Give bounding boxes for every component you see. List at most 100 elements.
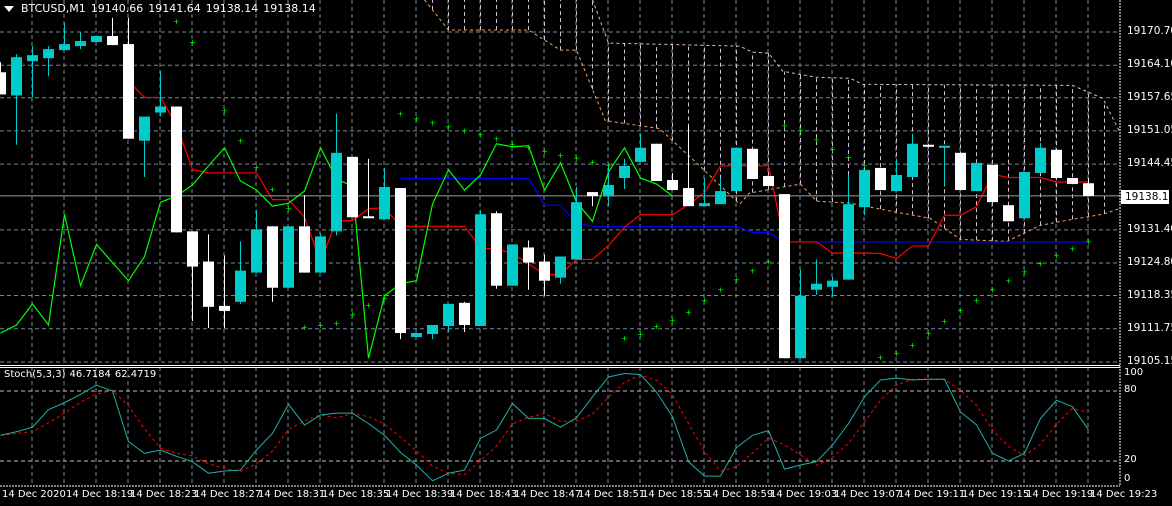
bear-candle [219, 255, 230, 328]
candle-body [331, 152, 342, 232]
candle-body [779, 194, 790, 359]
candle-body [715, 191, 726, 205]
candle-body [219, 305, 230, 311]
sar-dot: + [893, 349, 900, 358]
sar-dot: + [653, 322, 660, 331]
low-value: 19138.14 [205, 2, 259, 15]
sar-dot: + [1021, 268, 1028, 277]
dropdown-triangle-icon[interactable] [4, 5, 14, 12]
time-label: 14 Dec 18:19 [66, 489, 134, 500]
candle-body [731, 147, 742, 192]
sar-dot: + [861, 161, 868, 170]
high-value: 19141.64 [148, 2, 201, 15]
chart-frame [0, 0, 1121, 487]
bear-candle [987, 164, 998, 203]
candle-body [699, 203, 710, 207]
time-label: 14 Dec 18:27 [194, 489, 262, 500]
candle-body [1067, 177, 1078, 185]
candle-body [0, 72, 6, 95]
time-label: 14 Dec 18:31 [258, 489, 326, 500]
candle-body [843, 204, 854, 280]
sar-dot: + [493, 135, 500, 144]
bull-candle [411, 333, 422, 338]
stoch-level-label: 0 [1124, 473, 1131, 485]
open-value: 19140.66 [90, 2, 144, 15]
time-label: 14 Dec 19:07 [834, 489, 902, 500]
chart-canvas[interactable]: + + + + + + + + + + + + + + + + + + + + + + + + + + + + + + + + + + + + + + + +… [0, 0, 1172, 506]
bear-candle [187, 231, 198, 321]
bull-candle [443, 303, 454, 333]
candle-body [1003, 205, 1014, 222]
price-label: 19144.45 [1127, 157, 1172, 170]
candle-body [427, 324, 438, 335]
price-label: 19105.15 [1127, 354, 1172, 367]
sar-dot: + [733, 276, 740, 285]
stoch-main-value: 46.7184 [69, 369, 111, 380]
indicator-lines [0, 80, 1120, 359]
bull-candle [91, 36, 102, 43]
sar-dot: + [829, 145, 836, 154]
stoch-header: Stoch(5,3,3) 46.7184 62.4719 [4, 369, 156, 380]
time-label: 14 Dec 2020 [2, 489, 66, 500]
ichimoku-cloud [424, 0, 1120, 242]
candle-body [651, 143, 662, 182]
sar-dot: + [765, 258, 772, 267]
candle-body [379, 187, 390, 220]
bull-candle [475, 210, 486, 326]
sar-dot: + [573, 154, 580, 163]
sar-dot: + [797, 127, 804, 136]
candle-body [891, 174, 902, 192]
sar-dot: + [269, 185, 276, 194]
bear-candle [763, 175, 774, 187]
stoch-level-label: 100 [1124, 366, 1144, 378]
bull-candle [1019, 171, 1030, 219]
bull-candle [235, 241, 246, 304]
candle-body [139, 116, 150, 141]
bear-candle [267, 226, 278, 302]
bull-candle [811, 259, 822, 295]
sar-dot: + [685, 308, 692, 317]
time-label: 14 Dec 18:47 [514, 489, 582, 500]
price-label: 19131.40 [1127, 222, 1172, 235]
sar-dot: + [509, 140, 516, 149]
time-label: 14 Dec 18:23 [130, 489, 198, 500]
sar-dot: + [605, 161, 612, 170]
candle-body [43, 49, 54, 59]
bull-candle [507, 244, 518, 286]
bear-candle [347, 156, 358, 218]
chart-header: BTCUSD,M1 19140.66 19141.64 19138.14 191… [4, 2, 316, 15]
candle-body [203, 261, 214, 307]
candle-body [1083, 183, 1094, 196]
candle-body [939, 145, 950, 148]
candle-body [827, 280, 838, 287]
bull-candle [555, 256, 566, 284]
sar-dot: + [589, 158, 596, 167]
price-label: 19157.65 [1127, 90, 1172, 103]
bull-candle [795, 269, 806, 359]
time-label: 14 Dec 18:35 [322, 489, 390, 500]
stoch-signal-value: 62.4719 [114, 369, 157, 380]
sar-dot: + [333, 319, 340, 328]
candle-body [91, 36, 102, 43]
bull-candle [251, 210, 262, 273]
bear-candle [1003, 205, 1014, 222]
bull-candle [699, 177, 710, 207]
sar-dot: + [349, 310, 356, 319]
bear-candle [747, 148, 758, 179]
bull-candle [155, 71, 166, 117]
price-label: 19111.75 [1127, 321, 1172, 334]
time-label: 14 Dec 19:15 [962, 489, 1030, 500]
sar-dot: + [621, 334, 628, 343]
candle-body [795, 295, 806, 359]
sar-dot: + [189, 38, 196, 47]
sar-dot: + [381, 294, 388, 303]
bull-candle [1035, 142, 1046, 173]
sar-dot: + [525, 143, 532, 152]
bull-candle [939, 145, 950, 186]
candle-body [683, 188, 694, 207]
bull-candle [715, 177, 726, 205]
sar-dot: + [957, 306, 964, 315]
sar-dot: + [1005, 277, 1012, 286]
bear-candle [651, 143, 662, 182]
bear-candle [683, 125, 694, 207]
